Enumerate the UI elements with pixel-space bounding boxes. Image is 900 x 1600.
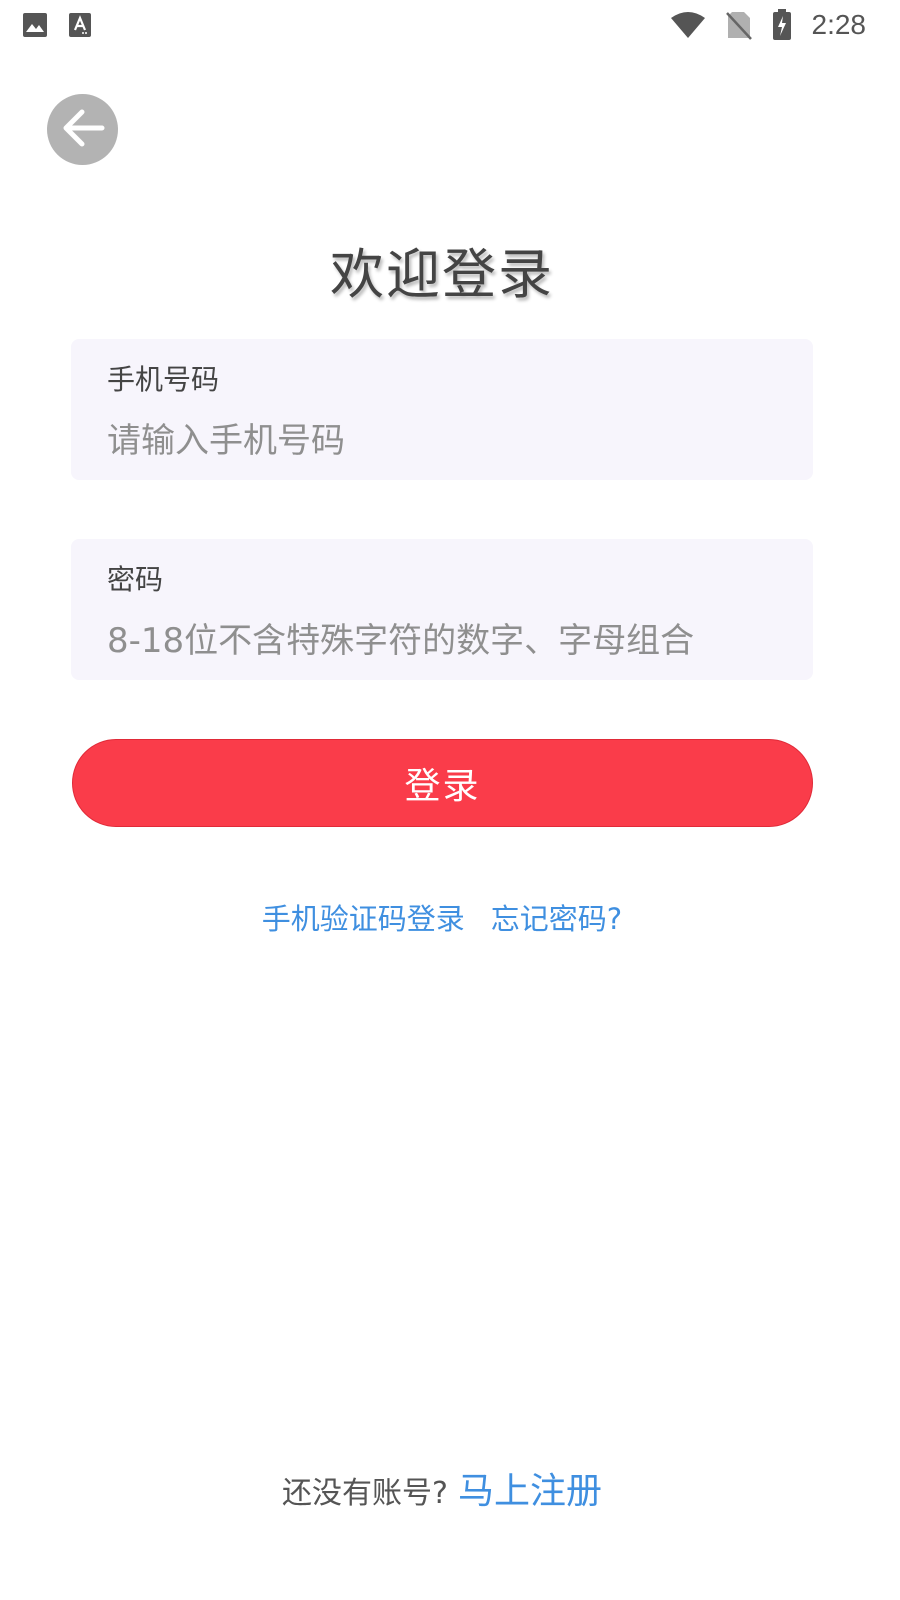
- image-icon: [22, 12, 48, 38]
- sms-login-link[interactable]: 手机验证码登录: [262, 896, 465, 938]
- phone-field-label: 手机号码: [107, 363, 220, 396]
- no-account-text: 还没有账号?: [282, 1476, 448, 1511]
- page-title: 欢迎登录: [330, 243, 554, 306]
- phone-input[interactable]: [107, 421, 767, 461]
- no-sim-icon: [725, 10, 752, 40]
- text-a-icon: [68, 12, 92, 38]
- status-bar: 2:28: [0, 0, 900, 50]
- password-input[interactable]: [107, 621, 767, 661]
- login-screen: 2:28 欢迎登录 手机号码 密码 登录 手机验证码登录 忘记密码? 还没有账号…: [0, 0, 900, 1600]
- password-field-label: 密码: [107, 563, 164, 596]
- phone-field-card: 手机号码: [71, 339, 813, 480]
- status-time: 2:28: [811, 9, 867, 40]
- login-button[interactable]: 登录: [72, 739, 813, 827]
- wifi-icon: [670, 11, 706, 39]
- back-button[interactable]: [47, 94, 118, 165]
- arrow-left-icon: [60, 108, 106, 152]
- forgot-password-link[interactable]: 忘记密码?: [491, 896, 622, 938]
- login-links: 手机验证码登录 忘记密码?: [0, 896, 884, 938]
- battery-charging-icon: [772, 9, 792, 41]
- status-right: 2:28: [670, 9, 867, 41]
- register-link[interactable]: 马上注册: [458, 1462, 602, 1514]
- register-prompt: 还没有账号? 马上注册: [0, 1462, 884, 1514]
- status-left: [22, 12, 92, 38]
- password-field-card: 密码: [71, 539, 813, 680]
